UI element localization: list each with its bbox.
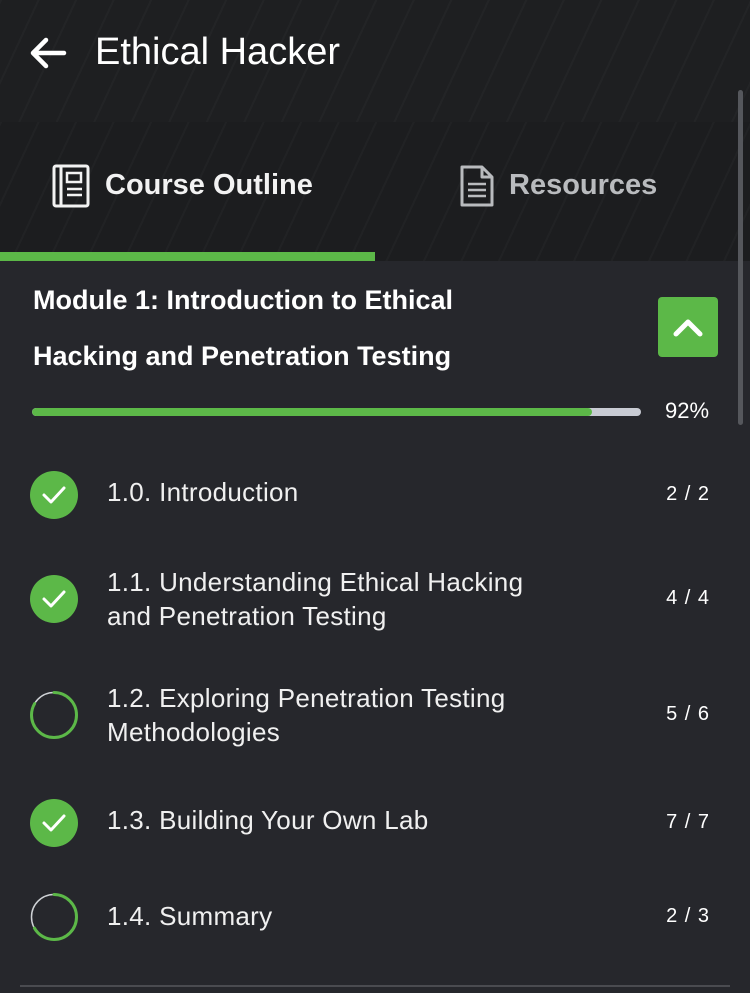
list-item[interactable]: 1.3. Building Your Own Lab 7 / 7 [0,796,750,852]
item-label-line-1: 1.4. Summary [107,901,273,931]
item-label-line-1: 1.2. Exploring Penetration Testing [107,683,506,713]
arrow-left-icon [30,37,67,69]
divider [20,985,730,987]
module-progress-percent: 92% [665,398,710,423]
item-label: 1.4. Summary [107,899,627,933]
chevron-up-icon [673,319,703,337]
item-count: 2 / 2 [666,483,710,505]
list-item[interactable]: 1.2. Exploring Penetration Testing Metho… [0,678,750,754]
list-item[interactable]: 1.0. Introduction 2 / 2 [0,468,750,524]
collapse-module-button[interactable] [658,297,718,357]
check-circle-icon [30,575,78,623]
tab-course-outline[interactable]: Course Outline [0,122,375,261]
progress-ring-icon [30,893,78,941]
module-title: Module 1: Introduction to Ethical Hackin… [33,272,633,384]
list-item[interactable]: 1.1. Understanding Ethical Hacking and P… [0,562,750,638]
app-header: Ethical Hacker [0,0,750,122]
item-label: 1.0. Introduction [107,475,627,509]
progress-ring-icon [30,691,78,739]
book-icon [52,164,90,208]
item-count: 4 / 4 [666,587,710,609]
document-icon [460,165,494,207]
list-item[interactable]: 1.4. Summary 2 / 3 [0,892,750,948]
check-circle-icon [30,471,78,519]
item-label-line-2: and Penetration Testing [107,601,387,631]
item-label-line-1: 1.1. Understanding Ethical Hacking [107,567,524,597]
tab-course-outline-label: Course Outline [105,169,313,201]
tab-bar: Course Outline Resources [0,122,750,261]
module-progress-bar [32,408,641,416]
tab-resources[interactable]: Resources [375,122,750,261]
item-label: 1.3. Building Your Own Lab [107,803,627,837]
back-button[interactable] [28,34,68,72]
page-title: Ethical Hacker [95,31,340,73]
item-label-line-2: Methodologies [107,717,281,747]
item-count: 7 / 7 [666,811,710,833]
item-label-line-1: 1.3. Building Your Own Lab [107,805,429,835]
item-label: 1.1. Understanding Ethical Hacking and P… [107,565,627,633]
item-count: 5 / 6 [666,703,710,725]
active-tab-indicator [0,252,375,261]
item-label-line-1: 1.0. Introduction [107,477,299,507]
check-circle-icon [30,799,78,847]
scrollbar[interactable] [738,90,743,425]
item-count: 2 / 3 [666,905,710,927]
module-title-line-1: Module 1: Introduction to Ethical [33,285,453,315]
module-progress-fill [32,408,593,416]
tab-resources-label: Resources [509,169,658,201]
module-title-line-2: Hacking and Penetration Testing [33,341,452,371]
item-label: 1.2. Exploring Penetration Testing Metho… [107,681,627,749]
